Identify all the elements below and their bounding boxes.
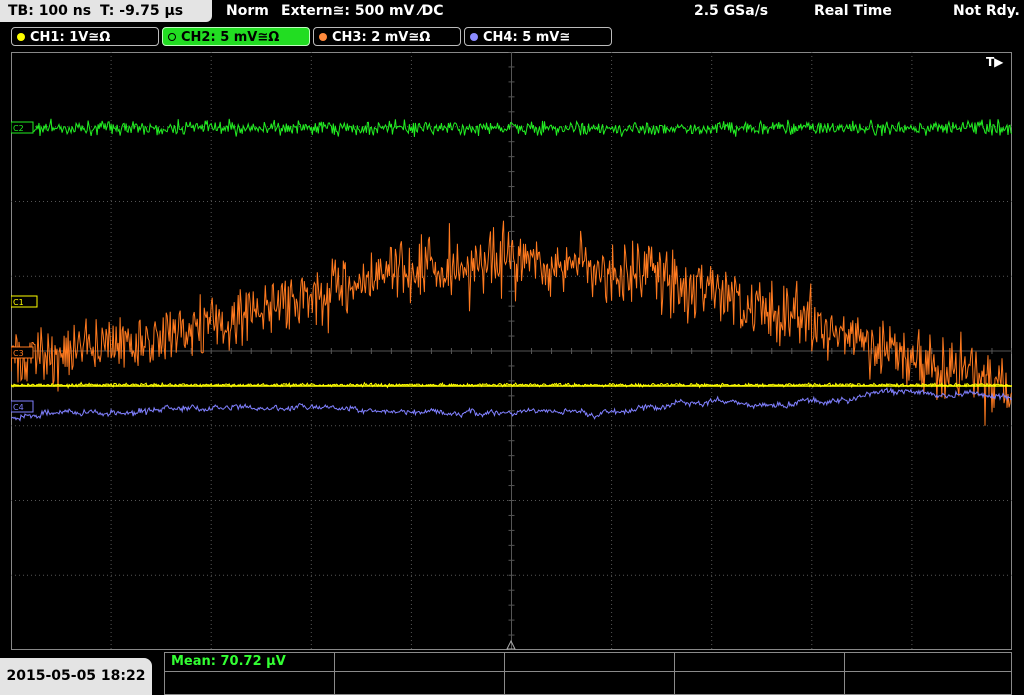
marker-c2[interactable]: C2 [10,121,34,134]
sample-rate: 2.5 GSa/s [694,3,769,19]
ch4-dot-icon [470,33,478,41]
channel-tab-ch3[interactable]: CH3: 2 mV≅Ω [313,27,461,46]
trigger-time-label: T: -9.75 µs [100,3,184,19]
channel-tab-label: CH4: 5 mV≅ [483,30,571,45]
marker-c1[interactable]: C1 [10,295,38,308]
datetime-display: 2015-05-05 18:22 [0,658,152,695]
mean-measurement: Mean: 70.72 µV [171,654,286,669]
acquisition-mode[interactable]: Real Time [814,3,892,20]
marker-c1-label: C1 [13,298,24,307]
measurement-cell[interactable] [334,671,505,695]
channel-tab-label: CH2: 5 mV≅Ω [181,30,280,45]
marker-c3-label: C3 [13,349,24,358]
footer-bar: 2015-05-05 18:22 Mean: 70.72 µV [0,652,1024,695]
channel-tab-label: CH1: 1V≅Ω [30,30,111,45]
waveform-canvas[interactable]: C2 C1 C3 C4 T▶ [10,51,1013,651]
timebase-label: TB: 100 ns [8,3,92,19]
channel-tab-ch2[interactable]: CH2: 5 mV≅Ω [162,27,310,46]
timebase-box[interactable]: TB: 100 ns T: -9.75 µs [0,0,212,22]
status-bar: TB: 100 ns T: -9.75 µs Norm Extern≅: 500… [0,0,1024,24]
measurement-cell[interactable] [164,671,335,695]
measurement-cell[interactable]: Mean: 70.72 µV [164,652,335,672]
channel-tab-ch1[interactable]: CH1: 1V≅Ω [11,27,159,46]
ch3-dot-icon [319,33,327,41]
channel-tab-ch4[interactable]: CH4: 5 mV≅ [464,27,612,46]
marker-c3[interactable]: C3 [10,346,34,359]
trigger-mode[interactable]: Norm [226,3,269,20]
measurement-cell[interactable] [844,671,1012,695]
marker-c4-label: C4 [13,403,24,412]
measurement-cell[interactable] [844,652,1012,672]
channel-tab-label: CH3: 2 mV≅Ω [332,30,431,45]
ch1-dot-icon [17,33,25,41]
waveform-display[interactable]: C2 C1 C3 C4 T▶ [10,51,1013,651]
measurement-cell[interactable] [674,671,845,695]
measurement-cell[interactable] [504,652,675,672]
measurement-cell[interactable] [674,652,845,672]
marker-c2-label: C2 [13,124,24,133]
ready-state: Not Rdy. [953,3,1020,19]
trigger-position-marker[interactable]: T▶ [986,55,1004,69]
trigger-source[interactable]: Extern≅: 500 mV ⁄DC [281,3,443,20]
ch2-dot-icon [168,33,176,41]
channel-tabs: CH1: 1V≅Ω CH2: 5 mV≅Ω CH3: 2 mV≅Ω CH4: 5… [0,26,1024,48]
measurement-panel[interactable]: Mean: 70.72 µV [164,652,1012,695]
marker-c4[interactable]: C4 [10,400,34,413]
measurement-cell[interactable] [504,671,675,695]
measurement-cell[interactable] [334,652,505,672]
